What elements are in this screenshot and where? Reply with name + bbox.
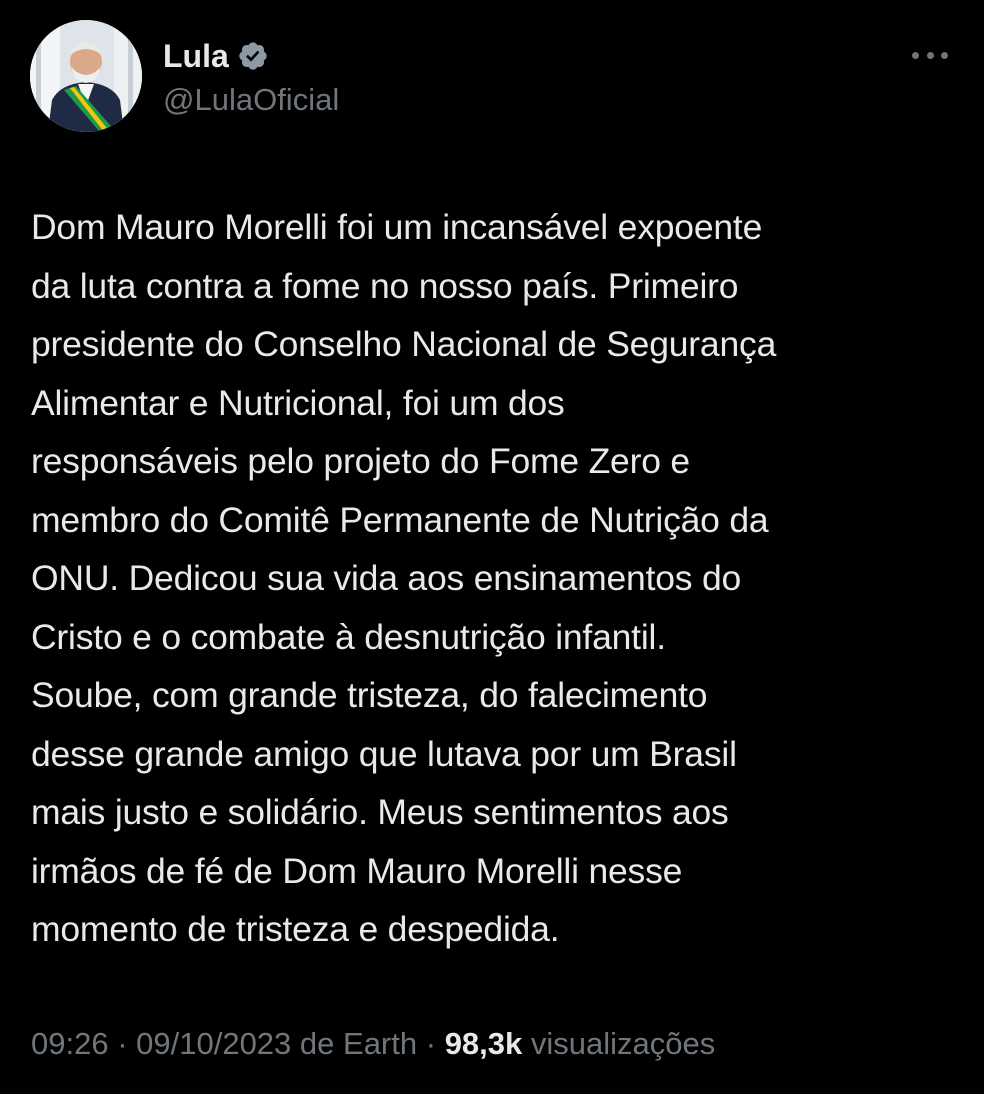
more-dot	[926, 51, 934, 59]
tweet-header: Lula @LulaOficial	[30, 20, 954, 135]
tweet: Lula @LulaOficial Dom Mauro Morelli foi …	[0, 0, 984, 1094]
more-dot	[912, 51, 919, 59]
more-options-icon[interactable]	[912, 48, 948, 62]
name-row: Lula	[163, 36, 269, 76]
handle[interactable]: @LulaOficial	[163, 80, 339, 120]
tweet-source: de Earth	[299, 1026, 418, 1061]
views-label: visualizações	[530, 1026, 716, 1061]
verified-badge-icon[interactable]	[237, 40, 269, 72]
more-dot	[941, 51, 948, 59]
views-count[interactable]: 98,3k	[445, 1026, 523, 1061]
avatar[interactable]	[30, 20, 142, 132]
meta-separator: ·	[417, 1026, 445, 1061]
avatar-image	[30, 20, 142, 132]
tweet-time[interactable]: 09:26	[31, 1026, 109, 1061]
display-name[interactable]: Lula	[163, 36, 229, 76]
tweet-text: Dom Mauro Morelli foi um incansável expo…	[31, 207, 777, 949]
tweet-meta: 09:26 · 09/10/2023 de Earth · 98,3k visu…	[31, 1022, 715, 1066]
tweet-date[interactable]: 09/10/2023	[136, 1026, 291, 1061]
meta-separator: ·	[108, 1026, 137, 1061]
